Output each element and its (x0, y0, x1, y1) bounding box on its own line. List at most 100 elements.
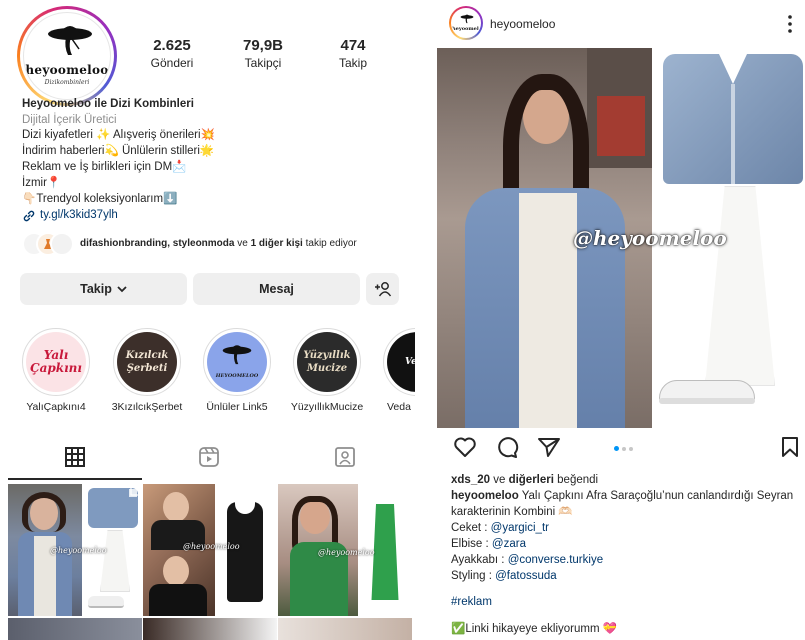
followed-by-text[interactable]: difashionbranding, styleonmoda ve 1 diğe… (80, 238, 357, 249)
highlight-art-text: Yüzyıllık Mucize (303, 350, 351, 374)
stat-following-value: 474 (340, 37, 366, 54)
credit-line: Ayakkabı : @converse.turkiye (451, 552, 603, 568)
like-icon[interactable] (453, 436, 477, 458)
link-icon (23, 210, 35, 222)
post-author-username[interactable]: heyoomeloo (490, 17, 555, 31)
bio-link-text: ty.gl/k3kid37ylh (40, 209, 118, 221)
profile-avatar[interactable]: heyoomeloo Dizikombinleri (17, 6, 117, 106)
highlight-art-text: HEYOOMELOO (215, 372, 259, 379)
follow-button-label: Takip (80, 282, 112, 296)
more-options-icon[interactable] (787, 14, 793, 34)
comment-icon[interactable] (495, 436, 519, 458)
profile-panel: heyoomeloo Dizikombinleri 2.625 Gönderi … (0, 0, 415, 640)
stat-following[interactable]: 474 Takip (313, 37, 393, 71)
tagged-icon (335, 447, 355, 467)
stat-posts[interactable]: 2.625 Gönderi (132, 37, 212, 71)
grid-post[interactable] (143, 618, 277, 640)
highlight-cover: Veda (387, 332, 415, 392)
credit-label: Ayakkabı : (451, 554, 508, 566)
highlight-item[interactable]: HEYOOMELOO Ünlüler Link5 (199, 328, 275, 413)
caption-line: karakterinin Kombini 🫶🏻 (451, 506, 573, 518)
follow-button[interactable]: Takip (20, 273, 187, 305)
jacket-product (663, 54, 803, 184)
tab-tagged[interactable] (333, 445, 357, 474)
avatar-brand-subtext: Dizikombinleri (44, 79, 90, 86)
tab-active-indicator (8, 478, 142, 480)
credit-line: Styling : @fatossuda (451, 568, 557, 584)
grid-post[interactable]: @heyoomeloo (278, 484, 412, 616)
credit-label: Ceket : (451, 522, 491, 534)
bio-line: İndirim haberleri💫 Ünlülerin stilleri🌟 (22, 145, 215, 157)
avatar-brand-text: heyoomeloo (452, 26, 480, 32)
stat-followers[interactable]: 79,9B Takipçi (223, 37, 303, 71)
watermark-text: @heyoomeloo (183, 542, 240, 551)
highlight-art-text: Kızılcık Şerbeti (125, 350, 169, 374)
highlight-art-text: Veda (404, 356, 415, 367)
liked-by-suffix: beğendi (553, 474, 599, 486)
highlight-label: YüzyıllıkMucize (290, 401, 364, 413)
watermark-text: @heyoomeloo (50, 546, 107, 555)
avatar-brand-text: heyoomeloo (25, 63, 109, 77)
red-sign (597, 96, 645, 156)
highlight-art-text: Yalı Çapkını (30, 348, 82, 375)
caption-username[interactable]: heyoomeloo (451, 490, 519, 502)
bio-link[interactable]: ty.gl/k3kid37ylh (22, 208, 118, 224)
grid-post[interactable] (278, 618, 412, 640)
credit-mention[interactable]: @zara (492, 538, 526, 550)
caption-text: Yalı Çapkını Afra Saraçoğlu’nun canlandı… (518, 490, 794, 502)
highlight-label: Veda (387, 401, 411, 413)
tab-reels[interactable] (197, 445, 221, 474)
grid-post[interactable]: @heyoomeloo (143, 484, 277, 616)
post-photo-person (143, 484, 215, 550)
grid-post[interactable] (8, 618, 142, 640)
hat-logo-icon (222, 344, 252, 364)
profile-category: Dijital İçerik Üretici (22, 113, 117, 126)
message-button-label: Mesaj (259, 282, 294, 296)
highlight-item[interactable]: Kızılcık Şerbeti 3KızılcıkŞerbet (109, 328, 185, 413)
followed-by-suffix: takip ediyor (302, 238, 357, 249)
highlight-item[interactable]: Yüzyıllık Mucize YüzyıllıkMucize (289, 328, 365, 413)
highlight-label: YalıÇapkını4 (26, 401, 86, 413)
post-author-avatar[interactable]: heyoomeloo (449, 6, 483, 40)
bio-line: 👇🏻Trendyol koleksiyonlarım⬇️ (22, 193, 178, 205)
highlight-cover: Yüzyıllık Mucize (297, 332, 357, 392)
followed-by-avatars[interactable] (22, 230, 74, 258)
highlight-cover: Kızılcık Şerbeti (117, 332, 177, 392)
stat-posts-value: 2.625 (153, 37, 191, 54)
watermark-text: @heyoomeloo (318, 548, 375, 557)
hashtag[interactable]: #reklam (451, 594, 492, 610)
bookmark-icon[interactable] (781, 436, 799, 458)
grid-icon (65, 447, 85, 467)
liked-by-others: diğerleri (508, 474, 554, 486)
post-image[interactable]: @heyoomeloo (437, 48, 805, 428)
credit-line: Ceket : @yargici_tr (451, 520, 549, 536)
credit-mention[interactable]: @yargici_tr (491, 522, 549, 534)
liked-by-user: xds_20 (451, 474, 491, 486)
credit-label: Elbise : (451, 538, 492, 550)
highlight-cover: HEYOOMELOO (207, 332, 267, 392)
stat-following-label: Takip (338, 56, 367, 70)
bio-line: Dizi kiyafetleri ✨ Alışveriş önerileri💥 (22, 129, 215, 141)
credit-mention[interactable]: @fatossuda (495, 570, 557, 582)
stat-followers-label: Takipçi (244, 56, 282, 70)
carousel-dot (629, 447, 633, 451)
dress-product (705, 186, 775, 386)
suggest-user-button[interactable] (366, 273, 399, 305)
add-user-icon (374, 282, 391, 297)
credit-label: Styling : (451, 570, 496, 582)
tab-grid[interactable] (63, 445, 87, 474)
reels-icon (199, 447, 219, 467)
liked-by-text[interactable]: xds_20 ve diğerleri beğendi (451, 472, 598, 488)
followed-by-names: difashionbranding, styleonmoda (80, 238, 235, 249)
message-button[interactable]: Mesaj (193, 273, 360, 305)
grid-post[interactable]: @heyoomeloo (8, 484, 142, 616)
sneaker-product (88, 596, 124, 608)
highlight-item[interactable]: Veda Veda (379, 328, 415, 413)
carousel-dot-active (614, 446, 619, 451)
highlight-label: 3KızılcıkŞerbet (111, 401, 183, 413)
credit-mention[interactable]: @converse.turkiye (508, 554, 603, 566)
post-panel: heyoomeloo heyoomeloo @heyoomeloo (437, 0, 805, 640)
highlight-item[interactable]: Yalı Çapkını YalıÇapkını4 (18, 328, 94, 413)
share-icon[interactable] (537, 436, 561, 458)
highlight-label: Ünlüler Link5 (206, 401, 268, 413)
